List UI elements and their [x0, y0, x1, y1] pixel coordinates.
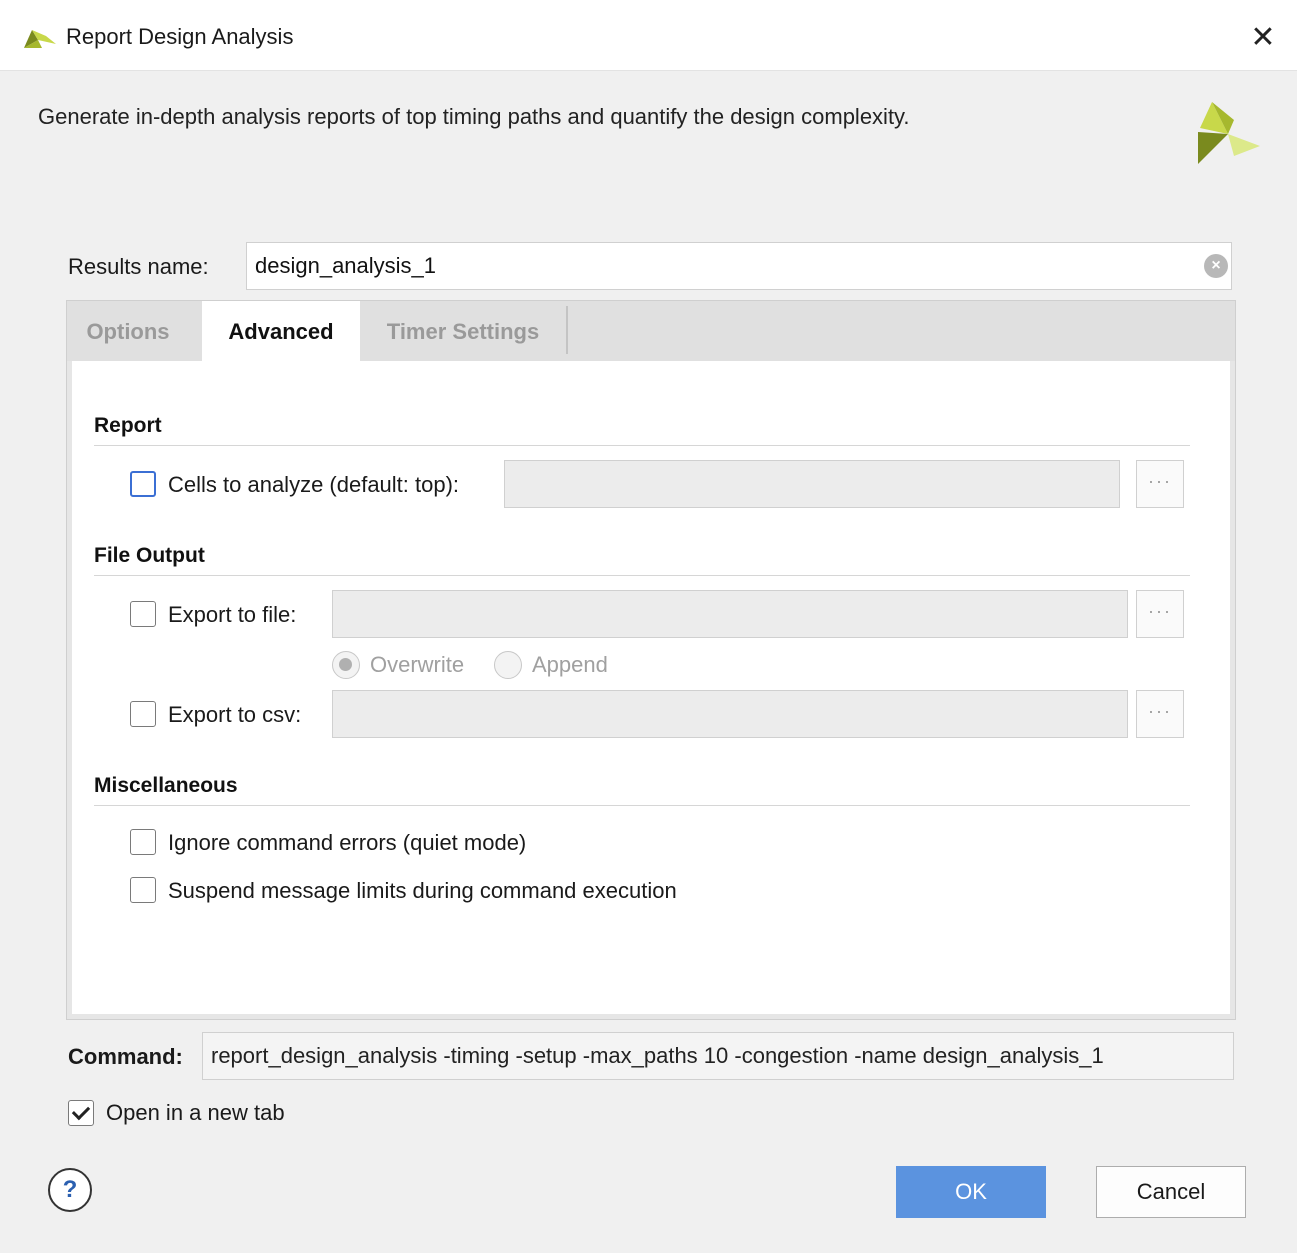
overwrite-label: Overwrite: [370, 652, 465, 677]
clear-icon[interactable]: ×: [1204, 254, 1228, 278]
tab-divider: [566, 306, 568, 354]
file-output-divider: [94, 575, 1190, 576]
cancel-button[interactable]: Cancel: [1096, 1166, 1246, 1218]
close-icon[interactable]: ✕: [1240, 16, 1286, 60]
export-to-file-field[interactable]: [332, 590, 1128, 638]
command-label: Command:: [68, 1044, 183, 1069]
cells-browse-button[interactable]: ···: [1136, 460, 1184, 508]
dialog-description: Generate in-depth analysis reports of to…: [38, 104, 910, 129]
export-to-csv-field[interactable]: [332, 690, 1128, 738]
export-to-file-label: Export to file:: [168, 602, 297, 627]
open-new-tab-label: Open in a new tab: [106, 1100, 285, 1125]
file-output-section-title: File Output: [94, 544, 205, 567]
suspend-limits-label: Suspend message limits during command ex…: [168, 878, 677, 903]
command-field[interactable]: report_design_analysis -timing -setup -m…: [202, 1032, 1234, 1080]
export-file-browse-button[interactable]: ···: [1136, 590, 1184, 638]
export-to-file-checkbox[interactable]: [130, 601, 156, 627]
overwrite-radio[interactable]: [332, 651, 360, 679]
tab-options[interactable]: Options: [72, 301, 184, 361]
export-to-csv-checkbox[interactable]: [130, 701, 156, 727]
cells-to-analyze-label: Cells to analyze (default: top):: [168, 472, 460, 497]
report-divider: [94, 445, 1190, 446]
append-radio[interactable]: [494, 651, 522, 679]
export-csv-browse-button[interactable]: ···: [1136, 690, 1184, 738]
tab-timer-settings[interactable]: Timer Settings: [360, 301, 566, 361]
app-logo-icon: [24, 30, 56, 48]
tab-advanced[interactable]: Advanced: [202, 301, 360, 361]
export-to-csv-label: Export to csv:: [168, 702, 302, 727]
open-new-tab-checkbox[interactable]: [68, 1100, 94, 1126]
report-section-title: Report: [94, 414, 162, 437]
brand-logo-icon: [1198, 102, 1260, 164]
cells-to-analyze-field[interactable]: [504, 460, 1120, 508]
misc-divider: [94, 805, 1190, 806]
quiet-mode-checkbox[interactable]: [130, 829, 156, 855]
results-name-label: Results name:: [68, 254, 209, 279]
advanced-tab-content: [72, 361, 1230, 1014]
results-name-input[interactable]: [246, 242, 1232, 290]
window-title: Report Design Analysis: [66, 24, 294, 49]
help-icon[interactable]: ?: [48, 1168, 92, 1212]
ok-button[interactable]: OK: [896, 1166, 1046, 1218]
misc-section-title: Miscellaneous: [94, 774, 238, 797]
quiet-mode-label: Ignore command errors (quiet mode): [168, 830, 527, 855]
suspend-limits-checkbox[interactable]: [130, 877, 156, 903]
cells-to-analyze-checkbox[interactable]: [130, 471, 156, 497]
append-label: Append: [532, 652, 608, 677]
